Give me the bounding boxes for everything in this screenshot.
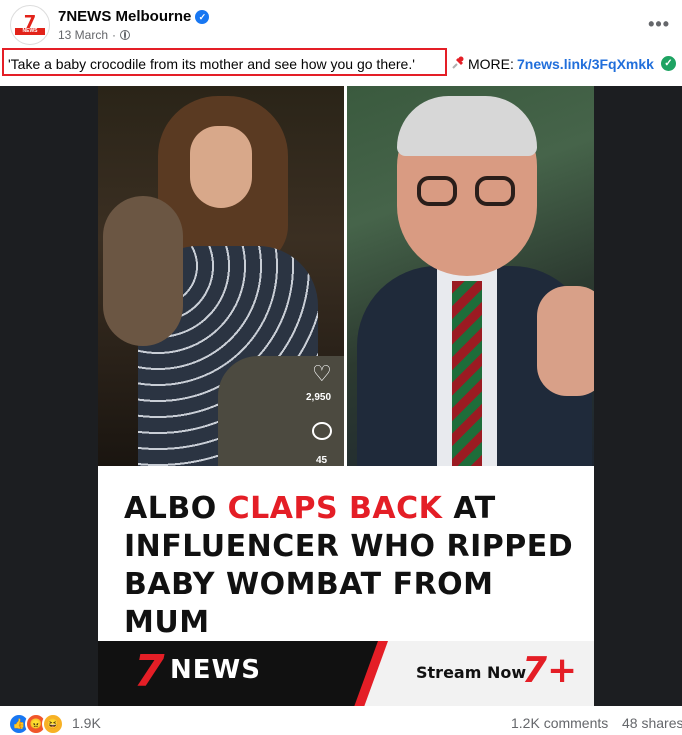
check-icon: ✓: [661, 56, 676, 71]
tie-shape: [452, 281, 482, 466]
hair-shape: [397, 96, 537, 156]
wombat-shape: [103, 196, 183, 346]
meta-separator: ·: [112, 28, 117, 42]
post-header: 7 NEWS 7NEWS Melbourne ✓ 13 March · ••• …: [0, 0, 682, 86]
glasses-shape: [417, 176, 517, 206]
influencer-photo: ♡ 2,950 45: [98, 86, 344, 466]
reaction-count[interactable]: 1.9K: [72, 715, 101, 731]
stream-now-label: Stream Now: [416, 663, 527, 682]
haha-icon: 😆: [42, 713, 64, 735]
seven-plus-logo: 7+: [522, 650, 578, 691]
reactions-summary[interactable]: 👍 😠 😆: [8, 713, 64, 735]
video-likes: 2,950: [306, 392, 332, 403]
heart-icon: ♡: [312, 361, 332, 386]
page-name[interactable]: 7NEWS Melbourne ✓: [58, 8, 210, 25]
news-logo: NEWS: [170, 655, 261, 685]
pin-icon: [452, 56, 464, 69]
page-name-text[interactable]: 7NEWS Melbourne: [58, 8, 191, 25]
page-avatar[interactable]: 7 NEWS: [10, 5, 50, 45]
more-label: MORE:: [468, 56, 514, 72]
face-shape: [190, 126, 252, 208]
comment-icon: [312, 422, 332, 440]
post-media[interactable]: ♡ 2,950 45 ALBO CLAPS BACK AT INFLUENCER…: [0, 86, 682, 706]
headline: ALBO CLAPS BACK AT INFLUENCER WHO RIPPED…: [124, 490, 584, 642]
globe-icon: [120, 30, 131, 40]
brand-bar: 7 NEWS Stream Now 7+: [98, 641, 594, 706]
headline-part1: ALBO: [124, 491, 228, 526]
thumbnail[interactable]: ♡ 2,950 45 ALBO CLAPS BACK AT INFLUENCER…: [98, 86, 594, 706]
seven-logo: 7: [134, 646, 165, 697]
caption-quote: 'Take a baby crocodile from its mother a…: [8, 56, 415, 72]
headline-area: ALBO CLAPS BACK AT INFLUENCER WHO RIPPED…: [98, 466, 594, 641]
article-link[interactable]: 7news.link/3FqXmkk: [517, 56, 654, 72]
verified-icon: ✓: [195, 9, 210, 24]
post-footer: 👍 😠 😆 1.9K 1.2K comments 48 shares: [0, 706, 682, 735]
video-comments: 45: [316, 455, 328, 466]
shares-count[interactable]: 48 shares: [622, 715, 682, 731]
post-meta: 13 March ·: [58, 28, 131, 42]
hand-shape: [537, 286, 594, 396]
post-date[interactable]: 13 March: [58, 28, 108, 42]
avatar-news: NEWS: [15, 28, 45, 35]
headline-highlight: CLAPS BACK: [227, 491, 443, 526]
politician-photo: [347, 86, 594, 466]
comments-count[interactable]: 1.2K comments: [511, 715, 608, 731]
more-icon[interactable]: •••: [648, 14, 670, 35]
